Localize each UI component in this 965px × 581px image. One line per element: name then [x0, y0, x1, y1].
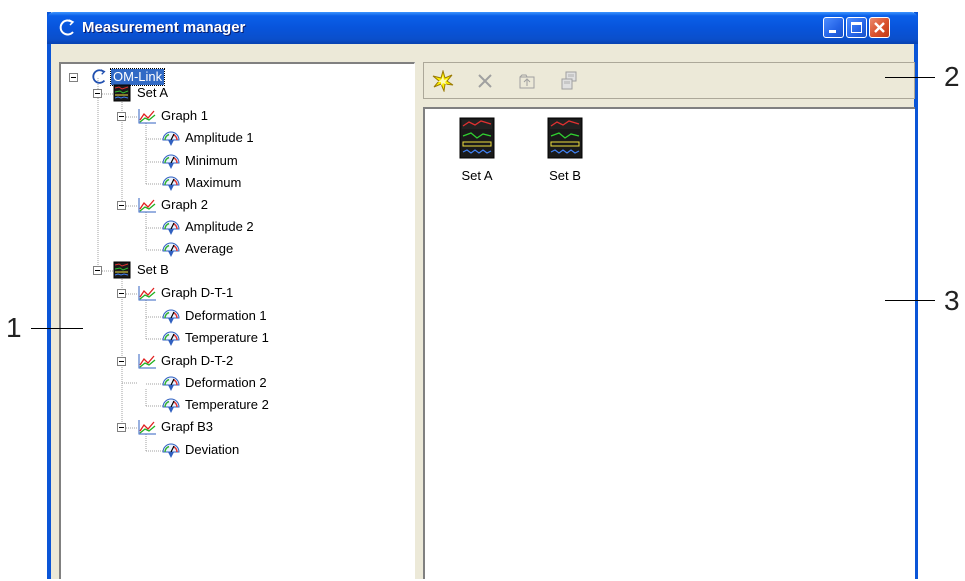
close-icon — [874, 22, 885, 33]
gauge-icon — [161, 374, 181, 392]
callout-1: 1 — [6, 312, 22, 343]
tree-item-label: Graph D-T-1 — [161, 285, 234, 300]
delete-x-icon[interactable] — [474, 70, 496, 92]
collapse-toggle-icon[interactable] — [69, 73, 78, 82]
collapse-toggle-icon[interactable] — [117, 201, 126, 210]
measurement-manager-window: Measurement manager OM-Link Set A Graph … — [47, 12, 918, 579]
up-folder-icon[interactable] — [516, 70, 538, 92]
tree-item-label: Average — [185, 241, 234, 256]
om-link-icon — [59, 19, 75, 36]
content-item-label: Set B — [549, 168, 581, 183]
tree-item-label: Graph D-T-2 — [161, 353, 234, 368]
collapse-toggle-icon[interactable] — [93, 266, 102, 275]
tree-item-label: Temperature 1 — [185, 330, 269, 345]
callout-2: 2 — [944, 61, 960, 92]
collapse-toggle-icon[interactable] — [117, 289, 126, 298]
content-item-label: Set A — [461, 168, 493, 183]
set-icon — [113, 261, 133, 279]
tree-item-label: Deformation 1 — [185, 308, 267, 323]
collapse-toggle-icon[interactable] — [117, 423, 126, 432]
minimize-button[interactable] — [823, 17, 844, 38]
tree-item-label: Minimum — [185, 153, 238, 168]
tree-item-label: Grapf B3 — [161, 419, 214, 434]
callout-line-2 — [885, 77, 935, 78]
tree-item-label: Amplitude 1 — [185, 130, 254, 145]
gauge-icon — [161, 396, 181, 414]
title-bar[interactable]: Measurement manager — [47, 12, 918, 44]
graph-icon — [137, 284, 157, 302]
tree-item-label: Maximum — [185, 175, 242, 190]
gauge-icon — [161, 240, 181, 258]
maximize-icon — [851, 22, 862, 33]
minimize-icon — [829, 30, 836, 33]
gauge-icon — [161, 152, 181, 170]
tree-item-label: Deformation 2 — [185, 375, 267, 390]
gauge-icon — [161, 441, 181, 459]
close-button[interactable] — [869, 17, 890, 38]
toolbar — [423, 62, 915, 99]
tree-item-label: Graph 2 — [161, 197, 208, 212]
collapse-toggle-icon[interactable] — [93, 89, 102, 98]
tree-item-label: OM-Link — [109, 68, 166, 86]
collapse-toggle-icon[interactable] — [117, 112, 126, 121]
maximize-button[interactable] — [846, 17, 867, 38]
tree-item-label: Amplitude 2 — [185, 219, 254, 234]
gauge-icon — [161, 218, 181, 236]
gauge-icon — [161, 307, 181, 325]
tree-item-label: Temperature 2 — [185, 397, 269, 412]
properties-icon[interactable] — [558, 70, 580, 92]
gauge-icon — [161, 174, 181, 192]
gauge-icon — [161, 129, 181, 147]
set-icon — [113, 84, 133, 102]
callout-line-3 — [885, 300, 935, 301]
graph-icon — [137, 196, 157, 214]
collapse-toggle-icon[interactable] — [117, 357, 126, 366]
gauge-icon — [161, 329, 181, 347]
tree-view[interactable]: OM-Link Set A Graph 1 Amplitude 1 Minimum Max… — [59, 62, 415, 579]
set-icon — [547, 117, 583, 161]
tree-item-label: Set B — [137, 262, 169, 277]
om-link-icon — [89, 68, 109, 86]
callout-line-1 — [31, 328, 83, 329]
content-view[interactable]: Set A Set B — [423, 107, 915, 579]
graph-icon — [137, 418, 157, 436]
tree-item-label: Deviation — [185, 442, 240, 457]
set-icon — [459, 117, 495, 161]
graph-icon — [137, 352, 157, 370]
callout-3: 3 — [944, 285, 960, 316]
new-star-icon[interactable] — [432, 70, 454, 92]
graph-icon — [137, 107, 157, 125]
tree-item-label: Graph 1 — [161, 108, 208, 123]
tree-item-label: Set A — [137, 85, 169, 100]
window-title: Measurement manager — [82, 19, 246, 36]
